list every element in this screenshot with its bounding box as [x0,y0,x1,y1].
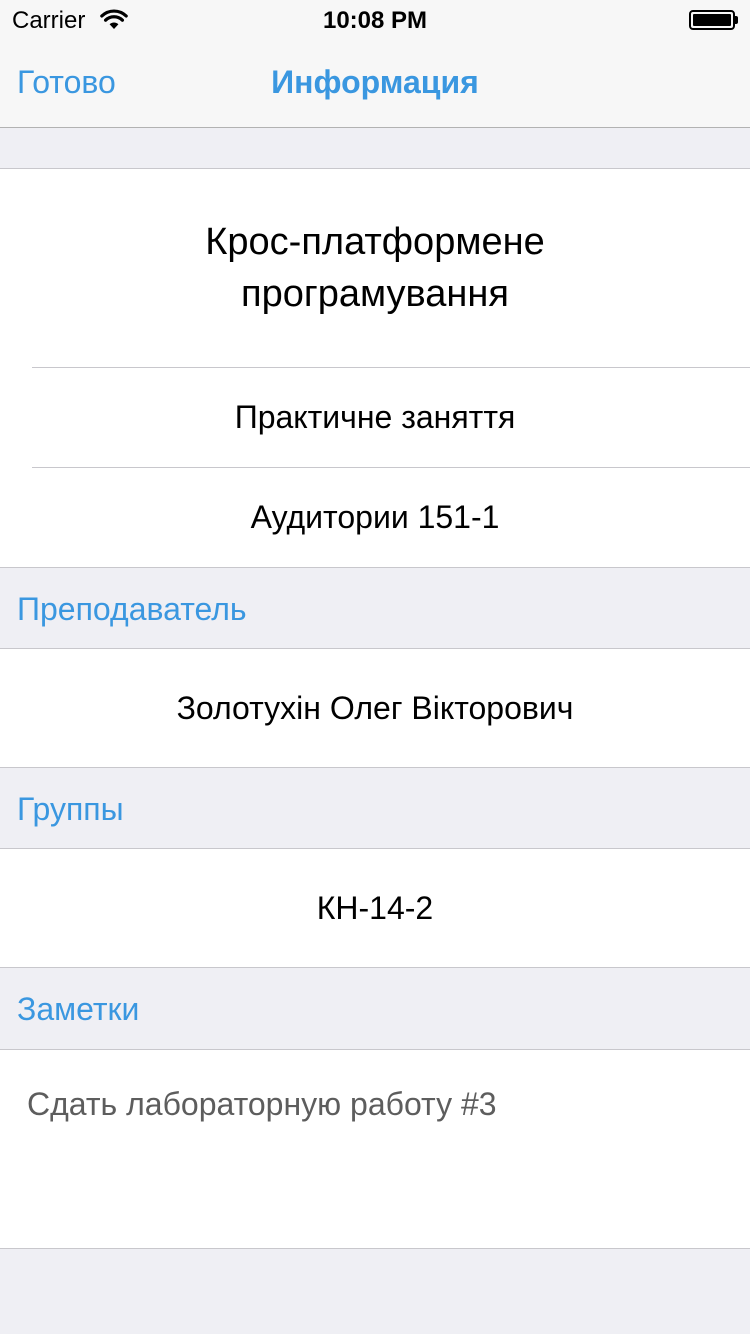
room-cell: Аудитории 151-1 [0,468,750,567]
status-time: 10:08 PM [322,7,428,34]
groups-section-header: Группы [17,791,124,827]
lesson-type-label: Практичне заняття [234,399,516,435]
teacher-cell: Золотухін Олег Вікторович [0,649,750,767]
room-label: Аудитории 151-1 [250,499,500,535]
subject-cell: Крос-платформене програмування [0,169,750,367]
battery-icon [689,10,739,30]
group-name: КН-14-2 [316,889,434,926]
teacher-name: Золотухін Олег Вікторович [176,689,574,726]
teacher-section-header: Преподаватель [17,591,247,627]
notes-section-header: Заметки [17,991,140,1027]
subject-title: Крос-платформене програмування [205,221,545,315]
navigation-bar: Готово Информация [0,40,750,128]
group-cell: КН-14-2 [0,849,750,967]
notes-group[interactable]: Сдать лабораторную работу #3 [0,1049,750,1249]
details-group: Крос-платформене програмування Практичне… [0,168,750,568]
teacher-group: Золотухін Олег Вікторович [0,648,750,768]
page-title: Информация [271,64,479,100]
notes-text-view[interactable]: Сдать лабораторную работу #3 [27,1086,497,1123]
lesson-type-cell: Практичне заняття [0,368,750,467]
status-bar: Carrier 10:08 PM [0,0,750,40]
groups-group: КН-14-2 [0,848,750,968]
